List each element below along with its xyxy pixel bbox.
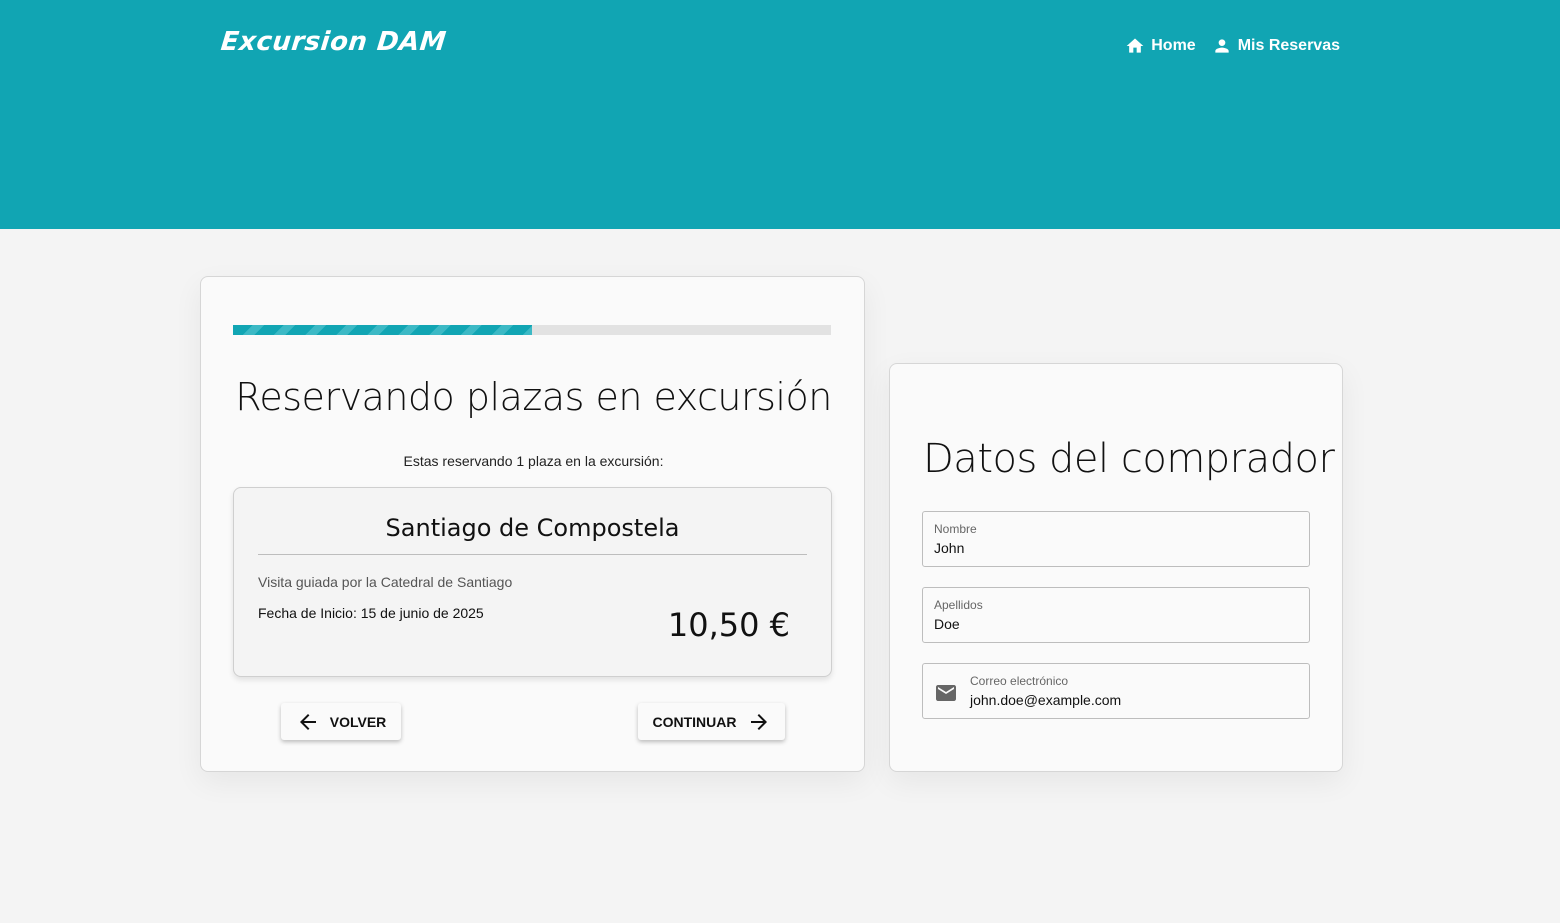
- nav-home[interactable]: Home: [1125, 36, 1196, 56]
- back-button[interactable]: VOLVER: [281, 703, 401, 740]
- excursion-description: Visita guiada por la Catedral de Santiag…: [258, 574, 513, 590]
- last-name-field[interactable]: Apellidos Doe: [922, 587, 1310, 643]
- arrow-left-icon: [299, 713, 316, 730]
- buyer-title: Datos del comprador: [923, 436, 1335, 482]
- mail-icon: [936, 685, 956, 701]
- email-value[interactable]: john.doe@example.com: [970, 692, 1121, 708]
- excursion-summary-card: Santiago de Compostela Visita guiada por…: [233, 487, 832, 677]
- last-name-label: Apellidos: [934, 598, 983, 612]
- continue-button[interactable]: CONTINUAR: [638, 703, 785, 740]
- buyer-card: Datos del comprador Nombre John Apellido…: [889, 363, 1343, 772]
- booking-progress-bar: [233, 325, 831, 335]
- person-icon: [1215, 39, 1229, 53]
- top-app-bar: Excursion DAM Home Mis Reservas: [0, 0, 1560, 229]
- brand-logo[interactable]: Excursion DAM: [219, 27, 447, 57]
- excursion-start-date: Fecha de Inicio: 15 de junio de 2025: [258, 605, 484, 621]
- booking-title: Reservando plazas en excursión: [235, 375, 832, 419]
- home-icon: [1126, 38, 1144, 53]
- booking-progress-fill: [233, 325, 532, 335]
- nav-home-label: Home: [1151, 37, 1196, 54]
- excursion-name: Santiago de Compostela: [385, 514, 680, 542]
- last-name-value[interactable]: Doe: [934, 616, 960, 632]
- first-name-value[interactable]: John: [934, 540, 964, 556]
- excursion-divider: [258, 554, 807, 555]
- main-nav: Home Mis Reservas: [1125, 36, 1340, 56]
- email-field[interactable]: Correo electrónico john.doe@example.com: [922, 663, 1310, 719]
- excursion-price: 10,50 €: [667, 606, 790, 644]
- continue-button-label: CONTINUAR: [652, 713, 737, 730]
- arrow-right-icon: [750, 713, 767, 730]
- first-name-field[interactable]: Nombre John: [922, 511, 1310, 567]
- booking-card: Reservando plazas en excursión Estas res…: [200, 276, 865, 772]
- first-name-label: Nombre: [934, 522, 977, 536]
- nav-mis-reservas-label: Mis Reservas: [1237, 37, 1340, 54]
- booking-subtitle: Estas reservando 1 plaza en la excursión…: [403, 453, 664, 469]
- back-button-label: VOLVER: [329, 713, 387, 730]
- nav-mis-reservas[interactable]: Mis Reservas: [1212, 36, 1340, 56]
- email-label: Correo electrónico: [970, 674, 1069, 688]
